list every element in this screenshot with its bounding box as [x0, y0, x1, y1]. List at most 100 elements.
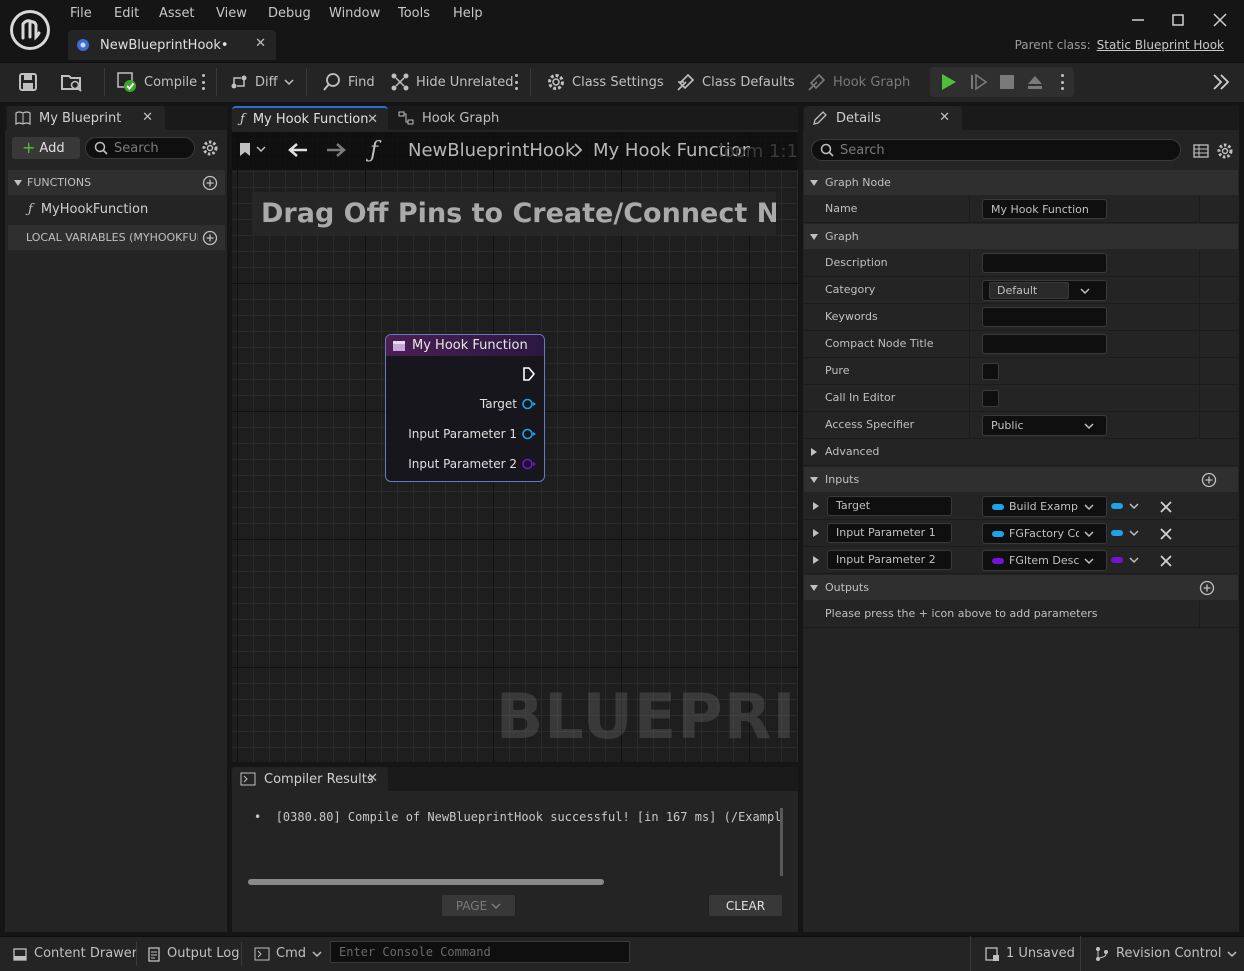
functions-section-header[interactable]: FUNCTIONS	[8, 170, 225, 195]
step-icon[interactable]	[968, 72, 990, 92]
close-details-icon[interactable]: ✕	[939, 110, 950, 125]
tab-hook-graph[interactable]: Hook Graph	[398, 106, 499, 130]
triangle-right-icon[interactable]	[811, 528, 821, 538]
diff-button[interactable]: Diff	[229, 62, 294, 102]
close-document-tab-icon[interactable]: ✕	[255, 36, 266, 51]
eject-icon[interactable]	[1024, 72, 1046, 92]
compiler-results-tab[interactable]: Compiler Results ✕	[232, 767, 388, 791]
category-value[interactable]: Default	[989, 282, 1069, 299]
triangle-right-icon[interactable]	[811, 555, 821, 565]
keywords-field[interactable]	[982, 307, 1107, 327]
minimize-icon[interactable]	[1128, 10, 1148, 30]
category-combo[interactable]: Default	[982, 280, 1107, 301]
pin-target[interactable]: Target	[480, 397, 536, 411]
save-button[interactable]	[18, 62, 38, 102]
my-blueprint-tab[interactable]: My Blueprint ✕	[7, 106, 165, 130]
revision-control-button[interactable]: Revision Control	[1094, 936, 1237, 971]
exec-pin-icon[interactable]	[522, 367, 536, 381]
maximize-icon[interactable]	[1168, 10, 1188, 30]
my-blueprint-search-input[interactable]: Search	[85, 137, 195, 159]
container-type-dropdown[interactable]	[1111, 501, 1139, 511]
container-type-dropdown[interactable]	[1111, 528, 1139, 538]
parent-class-link[interactable]: Static Blueprint Hook	[1097, 38, 1224, 52]
input-name-field[interactable]: Target	[827, 496, 952, 516]
horizontal-scrollbar[interactable]	[248, 879, 604, 885]
menu-window[interactable]: Window	[329, 6, 380, 24]
class-defaults-button[interactable]: Class Defaults	[676, 62, 795, 102]
console-command-input[interactable]: Enter Console Command	[330, 941, 630, 963]
details-tab[interactable]: Details ✕	[804, 106, 962, 130]
vertical-scrollbar[interactable]	[780, 808, 783, 876]
clear-button[interactable]: CLEAR	[709, 895, 782, 916]
container-type-dropdown[interactable]	[1111, 555, 1139, 565]
cmd-dropdown[interactable]: Cmd	[254, 936, 322, 971]
menu-asset[interactable]: Asset	[159, 6, 195, 24]
menu-help[interactable]: Help	[453, 6, 483, 24]
input-type-dropdown[interactable]: FGFactory Cor	[982, 523, 1107, 544]
graph-section-header[interactable]: Graph	[804, 224, 1238, 249]
pure-checkbox[interactable]	[982, 363, 999, 380]
add-output-icon[interactable]	[1199, 580, 1215, 596]
play-icon[interactable]	[938, 72, 960, 92]
input-type-dropdown[interactable]: Build Example	[982, 496, 1107, 517]
class-settings-button[interactable]: Class Settings	[546, 62, 664, 102]
tab-my-hook-function[interactable]: ƒ My Hook Function ✕	[232, 106, 388, 130]
content-drawer-button[interactable]: Content Drawer	[12, 936, 137, 971]
find-button[interactable]: Find	[322, 62, 375, 102]
menu-tools[interactable]: Tools	[398, 6, 430, 24]
document-tab[interactable]: NewBlueprintHook• ✕	[68, 30, 276, 60]
input-name-field[interactable]: Input Parameter 1	[827, 523, 952, 543]
remove-input-icon[interactable]	[1159, 527, 1173, 541]
compact-node-title-field[interactable]	[982, 334, 1107, 354]
compile-button[interactable]: Compile	[116, 62, 197, 102]
forward-arrow-icon[interactable]	[324, 140, 348, 160]
bookmark-button[interactable]	[238, 141, 266, 157]
function-entry-node[interactable]: My Hook Function Target Input Parameter …	[385, 334, 545, 482]
access-specifier-dropdown[interactable]: Public	[982, 415, 1107, 436]
add-function-icon[interactable]	[202, 175, 218, 191]
close-my-blueprint-icon[interactable]: ✕	[142, 110, 153, 125]
menu-file[interactable]: File	[70, 6, 92, 24]
input-type-dropdown[interactable]: FGItem Descr	[982, 550, 1107, 571]
inputs-section-header[interactable]: Inputs	[804, 467, 1238, 492]
browse-button[interactable]	[60, 62, 84, 102]
details-search-input[interactable]: Search	[811, 139, 1181, 161]
local-variables-section-header[interactable]: LOCAL VARIABLES (MYHOOKFUNC	[8, 225, 225, 250]
name-field[interactable]: My Hook Function	[982, 199, 1107, 219]
unsaved-button[interactable]: 1 Unsaved	[984, 936, 1075, 971]
pin-input-parameter-2[interactable]: Input Parameter 2	[408, 457, 536, 471]
hook-graph-button[interactable]: Hook Graph	[807, 62, 910, 102]
table-view-icon[interactable]	[1193, 143, 1209, 159]
expand-toolbar-icon[interactable]	[1211, 72, 1231, 92]
pin-input-parameter-1[interactable]: Input Parameter 1	[408, 427, 536, 441]
hide-unrelated-button[interactable]: Hide Unrelated	[390, 62, 514, 102]
close-compiler-tab-icon[interactable]: ✕	[367, 771, 378, 786]
hide-unrelated-options-button[interactable]	[514, 62, 518, 102]
back-arrow-icon[interactable]	[286, 140, 310, 160]
close-window-icon[interactable]	[1210, 10, 1230, 30]
output-log-button[interactable]: Output Log	[147, 936, 240, 971]
details-settings-gear-icon[interactable]	[1216, 142, 1234, 160]
input-name-field[interactable]: Input Parameter 2	[827, 550, 952, 570]
function-list-item[interactable]: ƒ MyHookFunction	[8, 198, 225, 220]
page-dropdown[interactable]: PAGE	[442, 895, 515, 916]
add-input-icon[interactable]	[1201, 472, 1217, 488]
advanced-row[interactable]: Advanced	[804, 439, 1238, 466]
outputs-section-header[interactable]: Outputs	[804, 575, 1238, 600]
menu-debug[interactable]: Debug	[268, 6, 311, 24]
remove-input-icon[interactable]	[1159, 554, 1173, 568]
add-local-variable-icon[interactable]	[202, 230, 218, 246]
unreal-logo-icon[interactable]	[8, 8, 52, 52]
call-in-editor-checkbox[interactable]	[982, 390, 999, 407]
stop-icon[interactable]	[996, 72, 1018, 92]
graph-node-section-header[interactable]: Graph Node	[804, 170, 1238, 195]
settings-gear-icon[interactable]	[201, 139, 219, 157]
compile-options-button[interactable]	[201, 62, 205, 102]
close-tab-icon[interactable]: ✕	[367, 112, 378, 127]
remove-input-icon[interactable]	[1159, 500, 1173, 514]
play-options-button[interactable]	[1060, 62, 1064, 102]
menu-view[interactable]: View	[216, 6, 247, 24]
add-button[interactable]: + Add	[12, 137, 80, 159]
breadcrumb-root[interactable]: NewBlueprintHook	[408, 140, 575, 161]
triangle-right-icon[interactable]	[811, 501, 821, 511]
